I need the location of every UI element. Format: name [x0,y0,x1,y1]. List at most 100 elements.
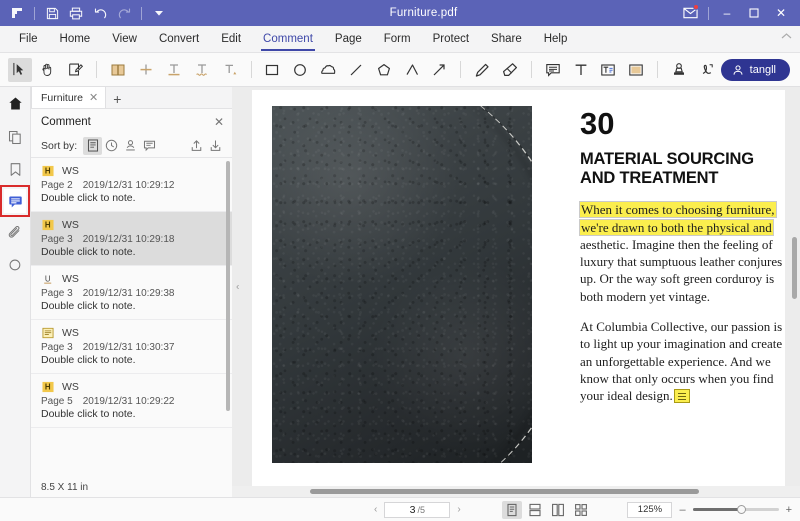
sidebar-item-home[interactable] [4,91,26,115]
menu-edit[interactable]: Edit [210,26,252,53]
mail-icon[interactable] [677,3,703,23]
highlight-tool[interactable] [106,58,130,82]
sort-by-time[interactable] [102,137,121,155]
cloud-shape-tool[interactable] [316,58,340,82]
print-icon[interactable] [65,3,87,23]
comment-text: Double click to note. [41,354,136,366]
thumbnail-grid-view-button[interactable] [571,501,591,519]
close-button[interactable]: ✕ [768,3,794,23]
signature-tool[interactable] [695,58,719,82]
current-page-value: 3 [409,503,416,516]
zoom-in-button[interactable]: + [786,504,792,516]
polygon-tool[interactable] [372,58,396,82]
underline-tool[interactable] [162,58,186,82]
line-tool[interactable] [344,58,368,82]
arrow-tool[interactable] [427,58,451,82]
pdf-page[interactable]: 30 MATERIAL SOURCING AND TREATMENT When … [252,90,785,486]
comment-item[interactable]: H WS Page 3 2019/12/31 10:29:18 Double c… [31,212,232,266]
menu-comment[interactable]: Comment [252,26,324,53]
single-page-view-button[interactable] [501,500,522,519]
comment-item[interactable]: H WS Page 5 2019/12/31 10:29:22 Double c… [31,374,232,428]
save-icon[interactable] [41,3,63,23]
pencil-tool[interactable] [470,58,494,82]
menu-help[interactable]: Help [533,26,579,53]
sidebar-item-thumbnails[interactable] [4,125,26,149]
menu-home[interactable]: Home [49,26,102,53]
sort-by-page[interactable] [83,136,103,155]
note-tool[interactable] [64,58,88,82]
comment-author: WS [62,218,79,231]
comment-header: U WS [41,272,222,285]
prev-page-chevron-left-icon[interactable]: ‹ [236,281,239,292]
export-comments-icon[interactable] [206,137,225,155]
highlight-annotation[interactable]: we're drawn to both the physical and [580,219,773,235]
viewer-canvas[interactable]: 30 MATERIAL SOURCING AND TREATMENT When … [232,87,800,486]
annotation-toolbar: tangll [0,53,800,87]
user-account-button[interactable]: tangll [720,58,790,81]
eraser-tool[interactable] [498,58,522,82]
hand-tool[interactable] [36,58,60,82]
textbox-tool[interactable] [596,58,620,82]
slider-fill [692,508,741,511]
comment-list-scrollbar[interactable] [226,161,230,411]
plus-icon[interactable]: + [106,92,128,108]
menu-view[interactable]: View [101,26,148,53]
minimize-button[interactable]: – [714,3,740,23]
sidebar-item-bookmarks[interactable] [4,157,26,181]
slider-knob[interactable] [736,505,746,514]
comment-timestamp: 2019/12/31 10:29:22 [82,396,175,407]
chevron-up-icon[interactable] [781,32,792,40]
zoom-slider[interactable] [692,504,779,516]
comment-item[interactable]: H WS Page 2 2019/12/31 10:29:12 Double c… [31,158,232,212]
next-page-button[interactable]: › [453,504,464,515]
menu-protect[interactable]: Protect [422,26,480,53]
sort-by-type[interactable] [140,137,159,155]
maximize-button[interactable] [741,3,767,23]
area-highlight-tool[interactable] [624,58,648,82]
comment-timestamp: 2019/12/31 10:29:38 [82,288,175,299]
squiggly-tool[interactable] [190,58,214,82]
sticky-note-annotation-icon[interactable] [673,389,690,404]
redo-icon[interactable] [113,3,135,23]
menu-page[interactable]: Page [324,26,373,53]
caret-tool[interactable] [218,58,242,82]
prev-page-button[interactable]: ‹ [370,504,381,515]
import-comments-icon[interactable] [187,137,206,155]
menu-file[interactable]: File [8,26,49,53]
horizontal-scrollbar-track[interactable] [232,486,800,497]
menu-convert[interactable]: Convert [148,26,210,53]
comment-list[interactable]: H WS Page 2 2019/12/31 10:29:12 Double c… [31,158,232,477]
two-page-view-button[interactable] [548,501,568,519]
continuous-scroll-view-button[interactable] [525,501,545,519]
document-tab[interactable]: Furniture ✕ [31,86,107,108]
sidebar-item-search[interactable] [4,253,26,277]
strikethrough-tool[interactable] [134,58,158,82]
zoom-level-value[interactable]: 125% [627,501,673,518]
zoom-out-button[interactable]: – [679,504,685,516]
page-heading: MATERIAL SOURCING AND TREATMENT [580,150,795,188]
callout-tool[interactable] [541,58,565,82]
polyline-tool[interactable] [400,58,424,82]
menu-share[interactable]: Share [480,26,533,53]
sort-by-author[interactable] [121,137,140,155]
vertical-scrollbar[interactable] [792,237,797,299]
undo-icon[interactable] [89,3,111,23]
text-tool[interactable] [569,58,593,82]
page-number-input[interactable]: 3 /5 [384,501,451,518]
ellipse-tool[interactable] [288,58,312,82]
rectangle-tool[interactable] [260,58,284,82]
highlight-annotation[interactable]: When it comes to choosing furniture, [580,202,776,218]
horizontal-scrollbar-thumb[interactable] [310,489,699,494]
page-text-column: 30 MATERIAL SOURCING AND TREATMENT When … [580,108,795,404]
home-icon [8,96,23,111]
stamp-tool[interactable] [667,58,691,82]
menu-form[interactable]: Form [373,26,422,53]
close-icon[interactable]: ✕ [214,115,224,129]
close-icon[interactable]: ✕ [89,91,98,104]
chevron-down-icon[interactable] [148,3,170,23]
select-tool[interactable] [8,57,32,82]
comment-item[interactable]: WS Page 3 2019/12/31 10:30:37 Double cli… [31,320,232,374]
sidebar-item-comments[interactable] [0,185,30,217]
comment-item[interactable]: U WS Page 3 2019/12/31 10:29:38 Double c… [31,266,232,320]
sidebar-item-attachments[interactable] [4,221,26,245]
